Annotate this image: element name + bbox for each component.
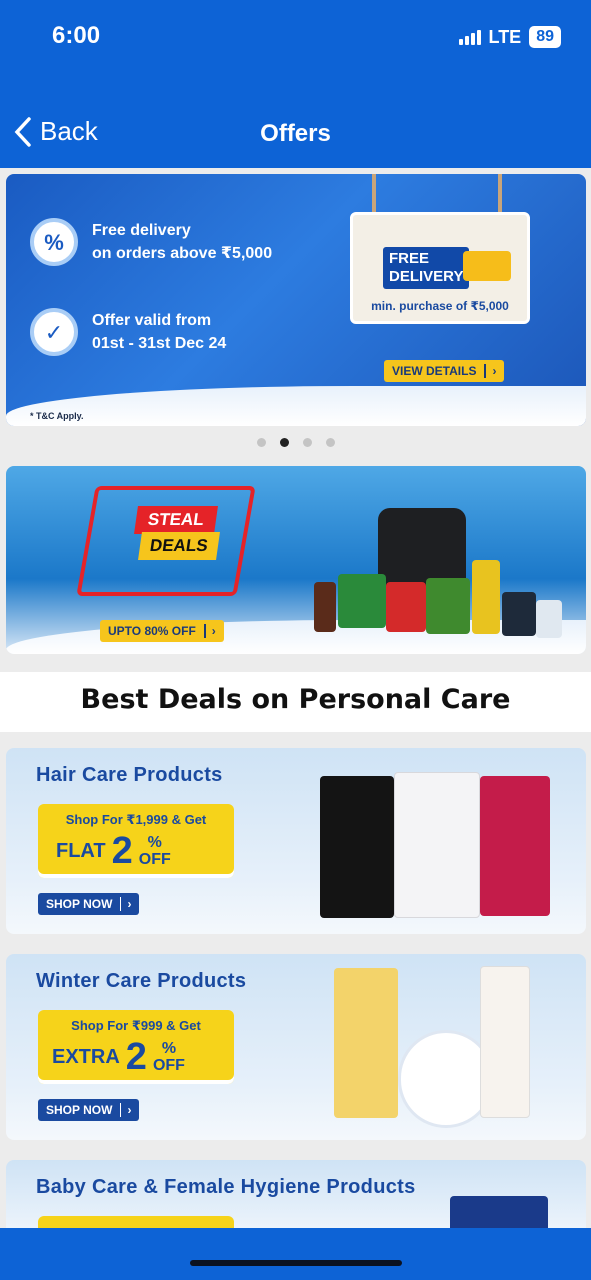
chevron-right-icon: ›: [120, 1103, 131, 1117]
lotion-bottle-image: [334, 968, 398, 1118]
shop-now-button[interactable]: SHOP NOW ›: [38, 893, 140, 915]
shop-now-label: SHOP NOW: [46, 897, 113, 911]
steal-label: STEAL: [134, 506, 218, 534]
network-label: LTE: [488, 26, 522, 47]
carousel-dot[interactable]: [256, 438, 266, 447]
offer-number: 2: [111, 830, 133, 872]
upto-80-off-button[interactable]: UPTO 80% OFF ›: [100, 620, 224, 642]
promo-title: Hair Care Products: [36, 764, 223, 786]
offer-valid-line2: 01st - 31st Dec 24: [92, 335, 227, 352]
shampoo-pack-image: [480, 776, 550, 916]
sign-title: FREE DELIVERY: [383, 247, 470, 289]
off-label: OFF: [138, 851, 171, 868]
upto-80-off-label: UPTO 80% OFF: [108, 624, 196, 638]
snow-decoration: [6, 386, 586, 426]
status-time: 6:00: [52, 22, 101, 49]
shampoo-pack-image: [394, 772, 480, 918]
offer-percent: % OFF: [139, 834, 171, 868]
signal-icon: [458, 29, 481, 45]
battery-icon: 89: [529, 26, 561, 48]
offer-line: Shop For ₹999 & Get: [71, 1018, 201, 1033]
offer-valid-row: ✓ Offer valid from 01st - 31st Dec 24: [30, 308, 226, 356]
offer-valid-line1: Offer valid from: [92, 312, 212, 329]
promo-title: Winter Care Products: [36, 970, 247, 992]
shampoo-bottle-image: [320, 776, 394, 918]
percent-sign: %: [147, 834, 162, 851]
offer-line: Shop For ₹1,999 & Get: [65, 812, 207, 827]
rope-decoration: [372, 174, 376, 216]
offer-number: 2: [125, 1036, 147, 1078]
winter-care-promo[interactable]: Winter Care Products Shop For ₹999 & Get…: [6, 954, 586, 1140]
rope-decoration: [498, 174, 502, 216]
carousel-dot[interactable]: [302, 438, 312, 447]
deals-label: DEALS: [138, 532, 220, 560]
free-delivery-line1: Free delivery: [92, 222, 191, 239]
view-details-button[interactable]: VIEW DETAILS ›: [384, 360, 505, 382]
sign-title-line2: DELIVERY: [389, 268, 464, 285]
chevron-right-icon: ›: [120, 897, 131, 911]
sign-subtitle: min. purchase of ₹5,000: [371, 299, 509, 313]
carousel-dot-active[interactable]: [279, 438, 289, 447]
product-image: [386, 582, 426, 632]
free-delivery-row: % Free delivery on orders above ₹5,000: [30, 218, 272, 266]
offer-amount: EXTRA 2 % OFF: [52, 1038, 185, 1076]
promo-title: Baby Care & Female Hygiene Products: [36, 1176, 416, 1198]
product-collage: [306, 486, 566, 638]
product-image: [536, 600, 562, 638]
hair-care-promo[interactable]: Hair Care Products Shop For ₹1,999 & Get…: [6, 748, 586, 934]
shop-now-button[interactable]: SHOP NOW ›: [38, 1099, 140, 1121]
percent-sign: %: [161, 1040, 177, 1057]
view-details-label: VIEW DETAILS: [392, 364, 477, 378]
product-image: [338, 574, 386, 628]
page-title: Offers: [260, 120, 331, 147]
offer-word: FLAT: [56, 839, 106, 862]
free-delivery-sign: FREE DELIVERY min. purchase of ₹5,000: [350, 212, 530, 324]
section-title: Best Deals on Personal Care: [0, 672, 591, 732]
truck-icon: [463, 251, 511, 281]
product-image: [472, 560, 500, 634]
product-image: [502, 592, 536, 636]
status-indicators: LTE 89: [458, 26, 561, 48]
free-delivery-line2: on orders above ₹5,000: [92, 245, 273, 262]
offer-ticket: Shop For ₹999 & Get EXTRA 2 % OFF: [38, 1010, 234, 1084]
home-indicator[interactable]: [190, 1260, 402, 1266]
product-image: [314, 582, 336, 632]
lotion-bottle-image: [480, 966, 530, 1118]
chevron-right-icon: ›: [203, 624, 216, 638]
sign-title-line1: FREE: [389, 250, 430, 267]
steal-deals-banner[interactable]: STEAL DEALS UPTO 80% OFF ›: [6, 466, 586, 654]
shop-now-label: SHOP NOW: [46, 1103, 113, 1117]
offer-word: EXTRA: [52, 1045, 120, 1068]
offer-amount: FLAT 2 % OFF: [56, 832, 171, 870]
chevron-right-icon: ›: [484, 364, 496, 378]
offer-ticket: Shop For ₹1,999 & Get FLAT 2 % OFF: [38, 804, 234, 878]
bottom-bar: [0, 1228, 591, 1280]
check-badge-icon: ✓: [30, 308, 78, 356]
carousel-indicator: [0, 438, 591, 447]
off-label: OFF: [152, 1057, 185, 1074]
free-delivery-banner[interactable]: % Free delivery on orders above ₹5,000 ✓…: [6, 174, 586, 426]
terms-note: * T&C Apply.: [30, 411, 84, 421]
percent-badge-icon: %: [30, 218, 78, 266]
product-image: [426, 578, 470, 634]
offer-percent: % OFF: [153, 1040, 185, 1074]
app-header: 6:00 LTE 89 Back Offers: [0, 0, 591, 168]
carousel-dot[interactable]: [325, 438, 335, 447]
